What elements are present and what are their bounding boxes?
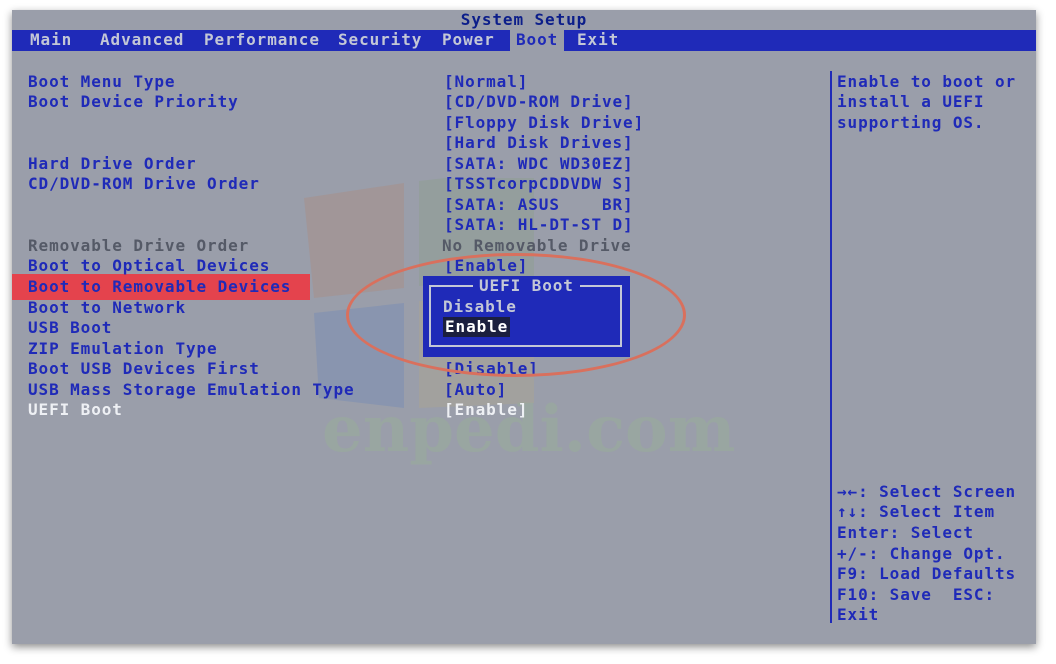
bios-screen: enpedi.com System Setup Main Advanced Pe… — [12, 10, 1036, 644]
key-help-exit: Exit — [837, 605, 880, 624]
setting-usb-boot[interactable]: USB Boot — [28, 318, 112, 338]
setting-boot-usb-first[interactable]: Boot USB Devices First — [28, 359, 260, 379]
value-boot-priority-2[interactable]: [Floppy Disk Drive] — [444, 113, 644, 133]
help-divider — [830, 71, 832, 623]
value-boot-menu-type[interactable]: [Normal] — [444, 72, 528, 92]
setting-hard-drive-order[interactable]: Hard Drive Order — [28, 154, 197, 174]
value-usb-mass-storage[interactable]: [Auto] — [444, 380, 507, 400]
key-help-change-opt: +/-: Change Opt. — [837, 544, 1006, 563]
setting-zip-emulation-type[interactable]: ZIP Emulation Type — [28, 339, 218, 359]
value-hard-drive[interactable]: [SATA: WDC WD30EZ] — [444, 154, 634, 174]
menu-bar: Main Advanced Performance Security Power… — [12, 30, 1036, 51]
key-help-enter: Enter: Select — [837, 523, 974, 542]
help-line-2: install a UEFI — [837, 92, 985, 111]
tab-security[interactable]: Security — [338, 30, 422, 51]
watermark-text: enpedi.com — [322, 392, 736, 467]
tab-exit[interactable]: Exit — [577, 30, 619, 51]
title-bar: System Setup — [12, 10, 1036, 30]
key-help-load-defaults: F9: Load Defaults — [837, 564, 1017, 583]
value-cd-dvd-1[interactable]: [TSSTcorpCDDVDW S] — [444, 174, 634, 194]
help-line-1: Enable to boot or — [837, 72, 1017, 91]
tab-performance[interactable]: Performance — [204, 30, 320, 51]
key-help-select-screen: →←: Select Screen — [837, 482, 1017, 501]
setting-cd-dvd-drive-order[interactable]: CD/DVD-ROM Drive Order — [28, 174, 260, 194]
value-boot-priority-3[interactable]: [Hard Disk Drives] — [444, 133, 634, 153]
value-uefi-boot[interactable]: [Enable] — [444, 400, 528, 420]
setting-boot-removable-devices[interactable]: Boot to Removable Devices — [28, 277, 291, 297]
value-cd-dvd-3[interactable]: [SATA: HL-DT-ST D] — [444, 215, 634, 235]
tab-boot[interactable]: Boot — [510, 30, 565, 51]
help-line-3: supporting OS. — [837, 113, 985, 132]
setting-boot-device-priority[interactable]: Boot Device Priority — [28, 92, 239, 112]
setting-usb-mass-storage-emulation[interactable]: USB Mass Storage Emulation Type — [28, 380, 355, 400]
key-help-select-item: ↑↓: Select Item — [837, 502, 995, 521]
setting-removable-drive-order: Removable Drive Order — [28, 236, 250, 255]
setting-boot-optical-devices[interactable]: Boot to Optical Devices — [28, 256, 270, 276]
key-help-save-esc: F10: Save ESC: — [837, 585, 995, 604]
value-boot-priority-1[interactable]: [CD/DVD-ROM Drive] — [444, 92, 634, 112]
setting-uefi-boot[interactable]: UEFI Boot — [28, 400, 123, 420]
page-title: System Setup — [460, 10, 588, 29]
setting-boot-network[interactable]: Boot to Network — [28, 298, 186, 318]
tab-main[interactable]: Main — [30, 30, 72, 51]
tab-power[interactable]: Power — [442, 30, 495, 51]
tab-advanced[interactable]: Advanced — [100, 30, 184, 51]
setting-boot-menu-type[interactable]: Boot Menu Type — [28, 72, 175, 92]
annotation-ellipse — [346, 253, 686, 377]
value-cd-dvd-2[interactable]: [SATA: ASUS BR] — [444, 195, 634, 215]
